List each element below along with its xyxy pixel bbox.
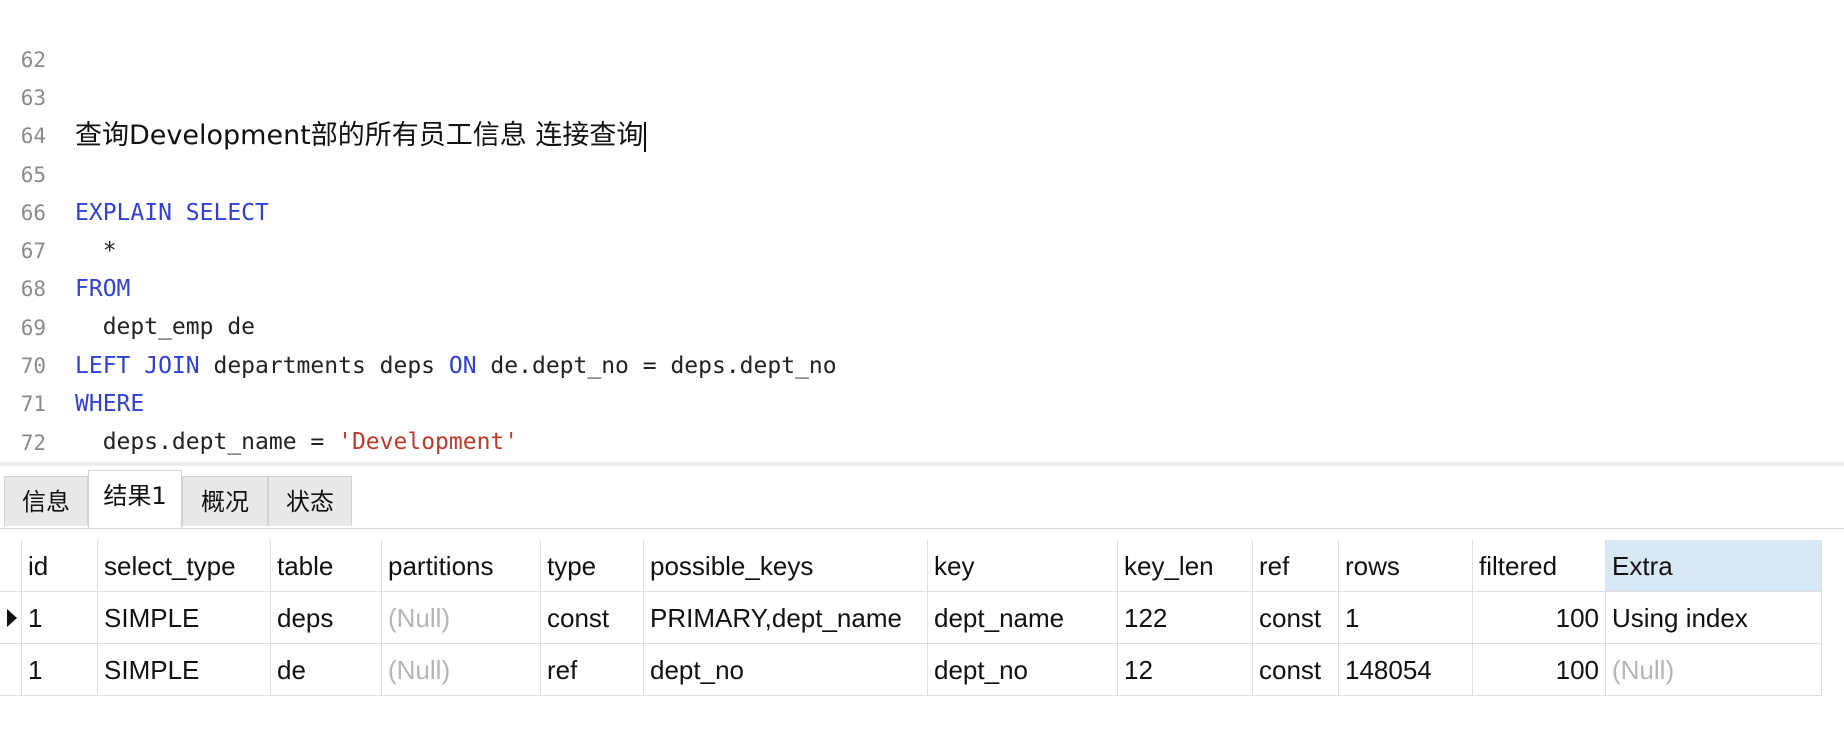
table-cell-possible-keys[interactable]: dept_no [644, 644, 928, 696]
table-cell-key-len[interactable]: 122 [1118, 592, 1253, 644]
column-header-key[interactable]: key [928, 540, 1118, 592]
column-header-type[interactable]: type [541, 540, 644, 592]
editor-line: 65 EXPLAIN SELECT [0, 118, 1844, 226]
editor-line: 63 查询Development部的所有员工信息 连接查询 [0, 41, 1844, 152]
table-cell-partitions[interactable]: (Null) [382, 644, 541, 696]
table-cell-select-type[interactable]: SIMPLE [98, 592, 271, 644]
table-cell-ref[interactable]: const [1253, 592, 1339, 644]
table-row[interactable]: 1 SIMPLE deps (Null) const PRIMARY,dept_name d… [0, 592, 1822, 644]
row-indicator[interactable] [0, 540, 22, 592]
table-cell-extra[interactable]: (Null) [1606, 644, 1822, 696]
editor-line: 67 FROM [0, 194, 1844, 302]
table-cell-key[interactable]: dept_no [928, 644, 1118, 696]
column-header-possible-keys[interactable]: possible_keys [644, 540, 928, 592]
tab-info[interactable]: 信息 [4, 476, 88, 526]
editor-line: 72 [0, 386, 1844, 455]
table-cell-rows[interactable]: 1 [1339, 592, 1473, 644]
result-grid: id select_type table partitions type possible… [0, 540, 1844, 700]
table-cell-ref[interactable]: const [1253, 644, 1339, 696]
row-indicator[interactable] [0, 592, 22, 644]
editor-line: 73 [0, 424, 1844, 493]
editor-line: 66 * [0, 156, 1844, 264]
table-cell-id[interactable]: 1 [22, 592, 98, 644]
table-cell-table[interactable]: de [271, 644, 382, 696]
editor-line: 71 deps.dept_name = 'Development' [0, 347, 1844, 455]
editor-line: 64 [0, 79, 1844, 148]
result-tab-bar: 信息 结果1 概况 状态 [0, 466, 1844, 529]
table-cell-id[interactable]: 1 [22, 644, 98, 696]
column-header-table[interactable]: table [271, 540, 382, 592]
tab-result1[interactable]: 结果1 [88, 470, 182, 528]
table-cell-rows[interactable]: 148054 [1339, 644, 1473, 696]
table-cell-filtered[interactable]: 100 [1473, 592, 1606, 644]
table-cell-extra[interactable]: Using index [1606, 592, 1822, 644]
tab-profile[interactable]: 概况 [182, 476, 268, 526]
column-header-extra[interactable]: Extra [1606, 540, 1822, 592]
column-header-select-type[interactable]: select_type [98, 540, 271, 592]
column-header-key-len[interactable]: key_len [1118, 540, 1253, 592]
table-cell-filtered[interactable]: 100 [1473, 644, 1606, 696]
table-cell-select-type[interactable]: SIMPLE [98, 644, 271, 696]
column-header-filtered[interactable]: filtered [1473, 540, 1606, 592]
editor-line: 70 WHERE [0, 309, 1844, 417]
editor-line: 68 dept_emp de [0, 232, 1844, 340]
table-cell-partitions[interactable]: (Null) [382, 592, 541, 644]
editor-line: 69 LEFT JOIN departments deps ON de.dept… [0, 271, 1844, 379]
table-cell-possible-keys[interactable]: PRIMARY,dept_name [644, 592, 928, 644]
table-cell-table[interactable]: deps [271, 592, 382, 644]
table-cell-key-len[interactable]: 12 [1118, 644, 1253, 696]
sql-editor[interactable]: 62 63 查询Development部的所有员工信息 连接查询 64 65 E… [0, 0, 1844, 493]
current-row-arrow-icon [7, 609, 17, 627]
table-header-row[interactable]: id select_type table partitions type possible… [0, 540, 1822, 592]
row-indicator[interactable] [0, 644, 22, 696]
editor-line: 62 [0, 3, 1844, 72]
column-header-rows[interactable]: rows [1339, 540, 1473, 592]
table-cell-key[interactable]: dept_name [928, 592, 1118, 644]
column-header-ref[interactable]: ref [1253, 540, 1339, 592]
table-cell-type[interactable]: ref [541, 644, 644, 696]
column-header-partitions[interactable]: partitions [382, 540, 541, 592]
table-cell-type[interactable]: const [541, 592, 644, 644]
table-row[interactable]: 1 SIMPLE de (Null) ref dept_no dept_no 12 const 1… [0, 644, 1822, 696]
column-header-id[interactable]: id [22, 540, 98, 592]
tab-status[interactable]: 状态 [268, 476, 352, 526]
